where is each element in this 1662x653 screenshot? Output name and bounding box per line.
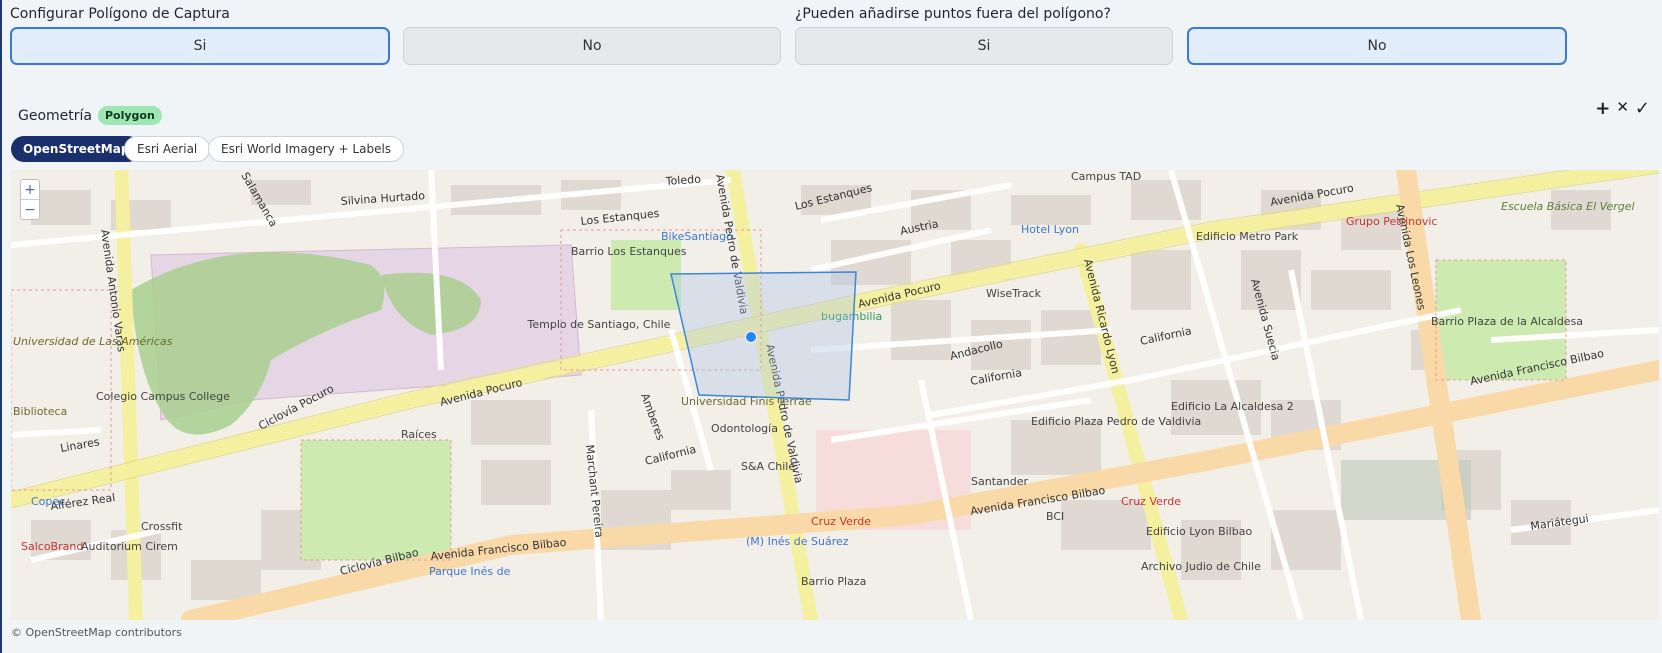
place-label-salcobrand: SalcoBrand xyxy=(21,540,83,553)
place-label-templo: Templo de Santiago, Chile xyxy=(527,318,671,331)
place-label-cruz-verde: Cruz Verde xyxy=(811,515,871,528)
capture-no-button[interactable]: No xyxy=(403,27,781,65)
outside-no-button[interactable]: No xyxy=(1187,27,1567,65)
place-label-crossfit: Crossfit xyxy=(141,520,183,533)
map-canvas[interactable]: Avenida Pocuro Avenida Pocuro Avenida Po… xyxy=(11,170,1659,620)
zoom-in-button[interactable]: + xyxy=(21,180,39,199)
map-attribution: © OpenStreetMap contributors xyxy=(11,626,182,639)
zoom-control: + − xyxy=(21,180,39,219)
place-label-odontologia: Odontología xyxy=(711,422,778,435)
place-label-sa-chile: S&A Chile xyxy=(741,460,795,473)
geometry-type-badge: Polygon xyxy=(98,106,162,125)
place-label-barrio-plaza: Barrio Plaza de la Alcaldesa xyxy=(1431,315,1583,328)
place-label-escuela: Escuela Básica El Vergel xyxy=(1501,200,1635,213)
place-label-petrinovic: Grupo Petrinovic xyxy=(1346,215,1437,228)
place-label-wisetrack: WiseTrack xyxy=(986,287,1042,300)
place-label-auditorium: Auditorium Cirem xyxy=(81,540,178,553)
place-label-copec: Copec xyxy=(31,495,65,508)
place-label-edif-metro: Edificio Metro Park xyxy=(1196,230,1299,243)
place-label-cruz-verde-2: Cruz Verde xyxy=(1121,495,1181,508)
geometry-header: Geometría Polygon xyxy=(18,106,162,125)
place-label-edif-lyon-bilbao: Edificio Lyon Bilbao xyxy=(1146,525,1252,538)
close-icon[interactable]: ✕ xyxy=(1616,98,1629,119)
place-label-colegio: Colegio Campus College xyxy=(96,390,230,403)
place-label-hotel-lyon: Hotel Lyon xyxy=(1021,223,1079,236)
place-label-santander: Santander xyxy=(971,475,1028,488)
place-label-americas: Universidad de Las Américas xyxy=(13,335,173,348)
place-label-parque-ines: Parque Inés de xyxy=(429,565,511,578)
geometry-label: Geometría xyxy=(18,107,92,124)
capture-polygon-label: Configurar Polígono de Captura xyxy=(10,6,230,22)
place-label-bikesantiago: BikeSantiago xyxy=(661,230,733,243)
place-label-biblioteca: Biblioteca xyxy=(13,405,67,418)
place-label-barrio-plaza-bottom: Barrio Plaza xyxy=(801,575,866,588)
place-label-barrio-estanques: Barrio Los Estanques xyxy=(571,245,687,258)
polygon-vertex-marker[interactable] xyxy=(745,331,757,343)
outside-yes-button[interactable]: Si xyxy=(795,27,1173,65)
place-label-edif-pedro: Edificio Plaza Pedro de Valdivia xyxy=(1031,415,1201,428)
layer-esri-aerial-button[interactable]: Esri Aerial xyxy=(124,136,211,162)
check-icon[interactable]: ✓ xyxy=(1635,98,1650,119)
place-label-raices: Raíces xyxy=(401,428,437,441)
layer-openstreetmap-button[interactable]: OpenStreetMap xyxy=(11,136,142,162)
capture-polygon[interactable] xyxy=(670,271,857,401)
place-label-bci: BCI xyxy=(1046,510,1064,523)
outside-points-label: ¿Pueden añadirse puntos fuera del polígo… xyxy=(795,6,1111,22)
place-label-metro-ines: (M) Inés de Suárez xyxy=(746,535,849,548)
capture-yes-button[interactable]: Si xyxy=(10,27,390,65)
street-label-toledo: Toledo xyxy=(664,173,701,189)
place-label-archivo: Archivo Judio de Chile xyxy=(1141,560,1261,573)
layer-esri-imagery-labels-button[interactable]: Esri World Imagery + Labels xyxy=(208,136,405,162)
geometry-tools: + ✕ ✓ xyxy=(1595,98,1650,119)
zoom-out-button[interactable]: − xyxy=(21,199,39,219)
map-tiles: Avenida Pocuro Avenida Pocuro Avenida Po… xyxy=(11,170,1659,620)
place-label-edif-alcaldesa: Edificio La Alcaldesa 2 xyxy=(1171,400,1294,413)
place-label-campus-tad: Campus TAD xyxy=(1071,170,1141,183)
add-icon[interactable]: + xyxy=(1595,98,1610,119)
